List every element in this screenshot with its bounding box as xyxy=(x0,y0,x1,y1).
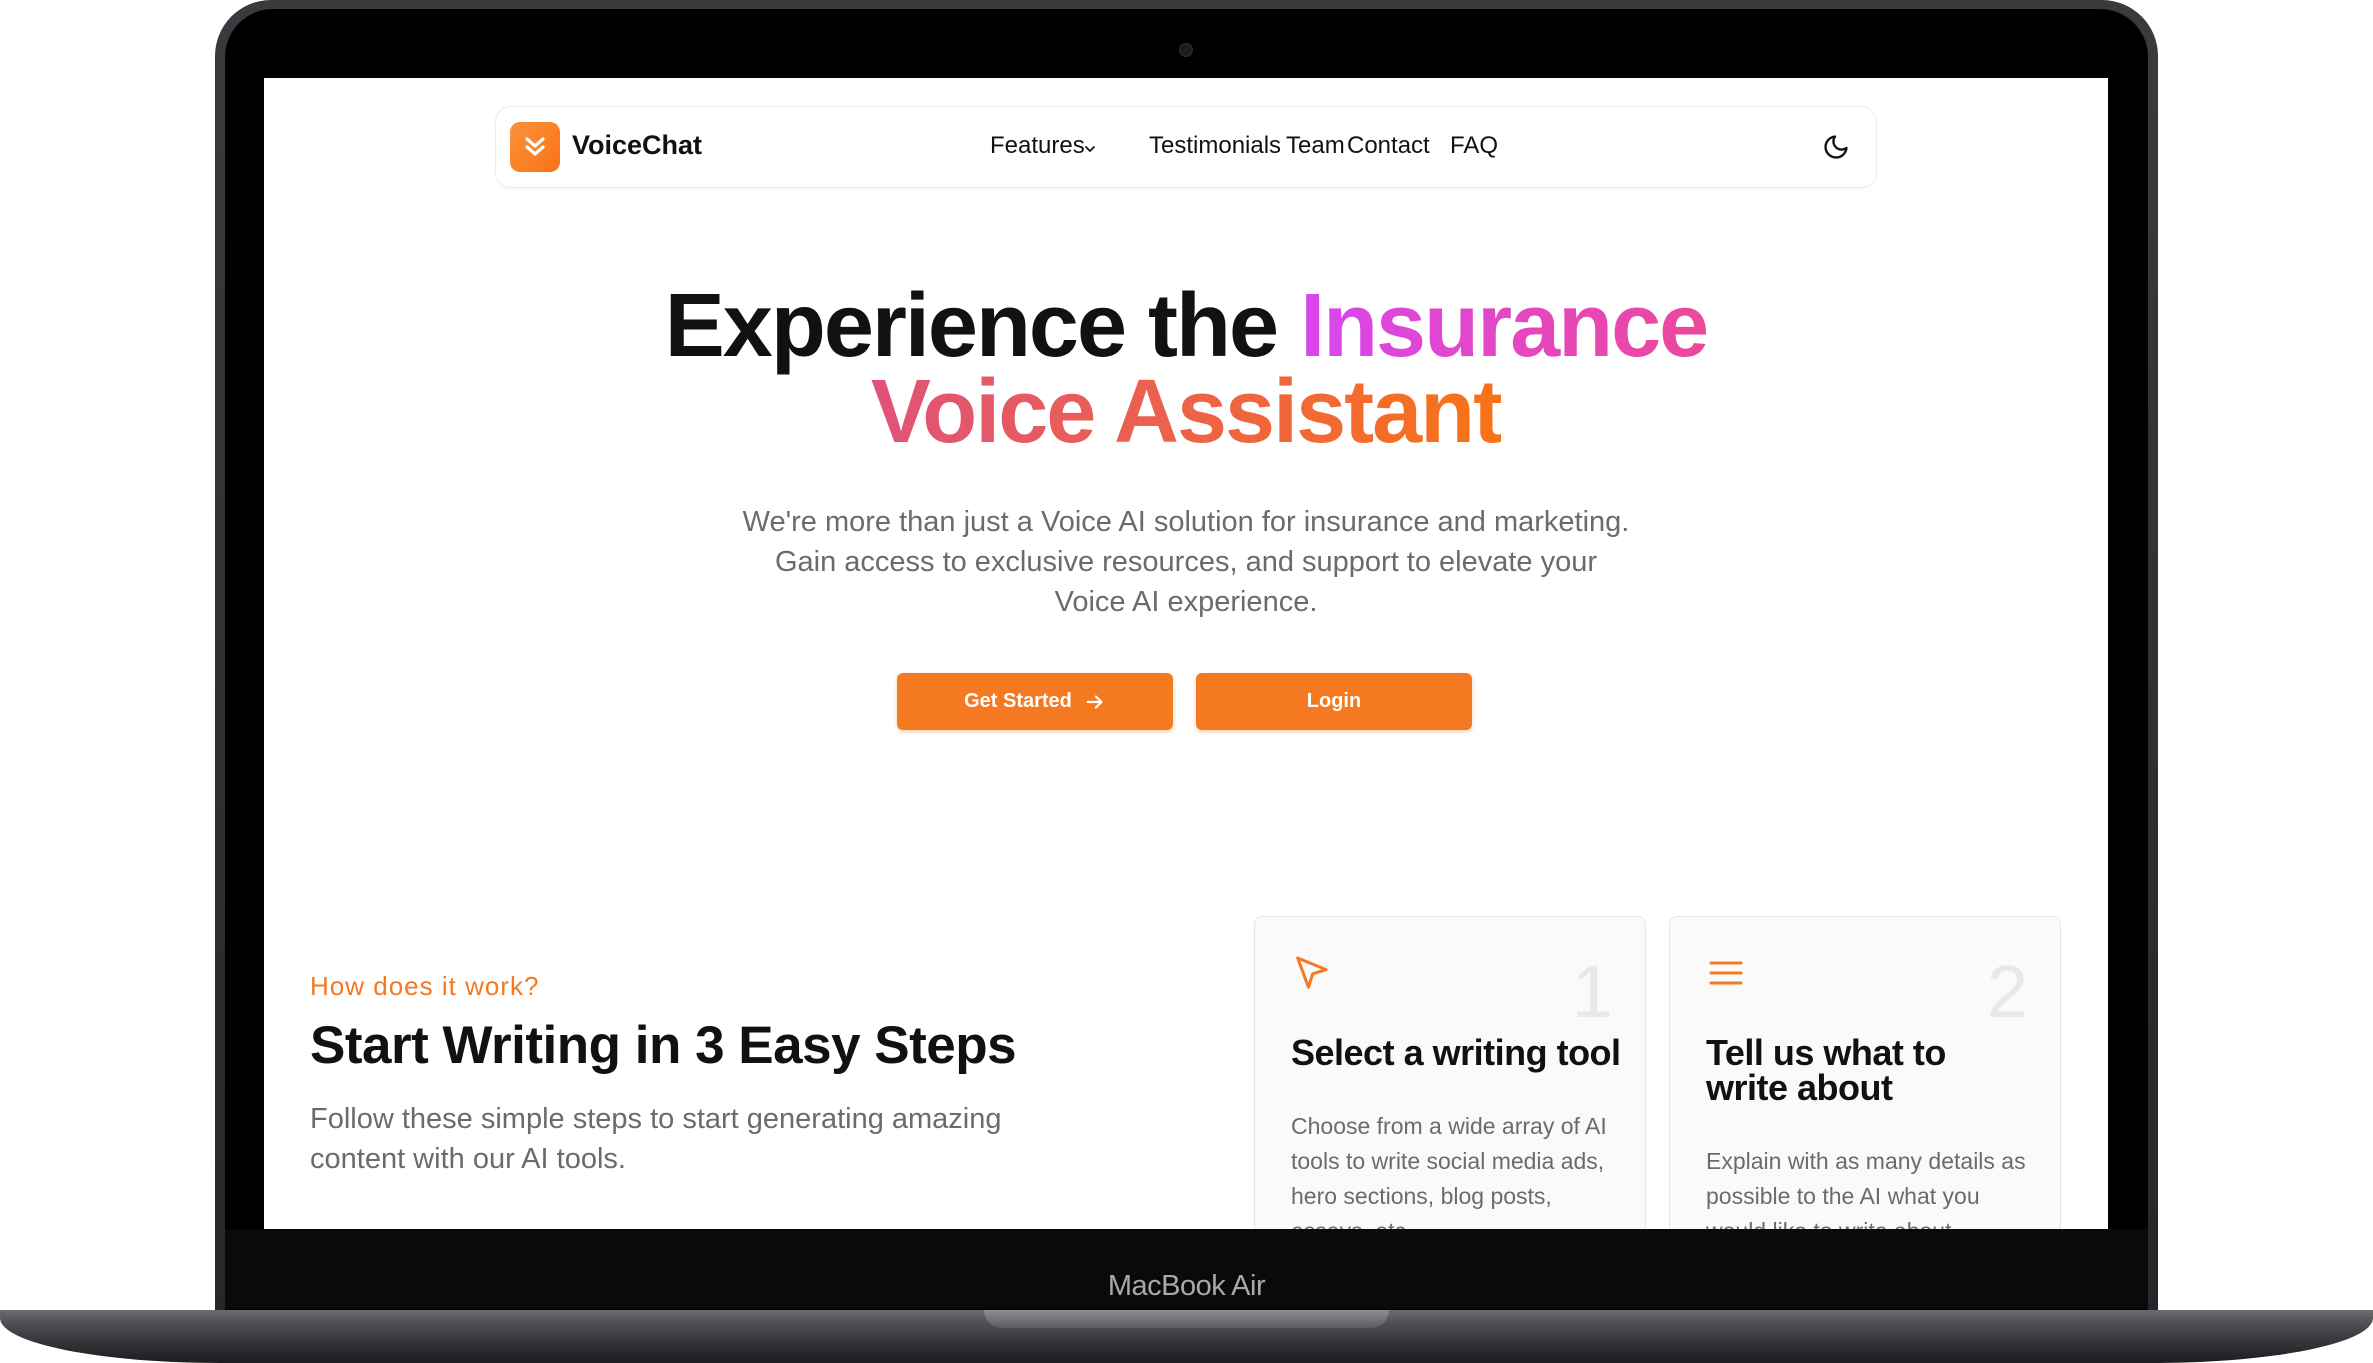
how-description: Follow these simple steps to start gener… xyxy=(310,1103,1002,1175)
how-eyebrow: How does it work? xyxy=(310,971,540,1001)
step-number: 2 xyxy=(1986,950,2028,1033)
step-description: Choose from a wide array of AI tools to … xyxy=(1291,1113,1607,1229)
camera-icon xyxy=(1179,43,1193,57)
step-card: 2 Tell us what to write about Explain wi… xyxy=(1669,916,2061,1229)
laptop-notch xyxy=(984,1310,1389,1328)
nav-testimonials[interactable]: Testimonials xyxy=(1149,132,1281,160)
hero-title-highlight1: Insurance xyxy=(1300,276,1709,376)
get-started-label: Get Started xyxy=(964,690,1072,712)
hero-title: Experience the Insurance Voice Assistant xyxy=(264,281,2108,457)
hero-subtitle: We're more than just a Voice AI solution… xyxy=(742,506,1630,618)
moon-icon[interactable] xyxy=(1822,133,1850,161)
hero-title-highlight2: Voice Assistant xyxy=(870,362,1503,462)
nav-links: Features Testimonials Team Contact FAQ xyxy=(496,132,1876,162)
chevron-down-icon[interactable] xyxy=(1083,142,1097,156)
nav-features[interactable]: Features xyxy=(990,132,1085,160)
cursor-arrow-icon xyxy=(1296,956,1328,989)
step-title: Select a writing tool xyxy=(1291,1032,1621,1073)
arrow-right-icon xyxy=(1086,694,1103,709)
step-description: Explain with as many details as possible… xyxy=(1706,1148,2026,1229)
nav-faq[interactable]: FAQ xyxy=(1450,132,1498,160)
website-screen: VoiceChat Features Testimonials Team Con… xyxy=(264,78,2108,1229)
how-title: Start Writing in 3 Easy Steps xyxy=(310,1016,1017,1075)
nav-contact[interactable]: Contact xyxy=(1347,132,1430,160)
hero-title-part1: Experience the xyxy=(664,276,1301,376)
device-label: MacBook Air xyxy=(1107,1270,1266,1302)
nav-team[interactable]: Team xyxy=(1286,132,1345,160)
login-label: Login xyxy=(1306,690,1362,712)
step-number: 1 xyxy=(1571,950,1613,1033)
step-title: Tell us what to write about xyxy=(1706,1032,1946,1108)
menu-lines-icon xyxy=(1709,961,1743,985)
navbar: VoiceChat Features Testimonials Team Con… xyxy=(495,106,1877,188)
get-started-button[interactable]: Get Started xyxy=(897,673,1173,730)
login-button[interactable]: Login xyxy=(1196,673,1472,730)
step-card: 1 Select a writing tool Choose from a wi… xyxy=(1254,916,1646,1229)
